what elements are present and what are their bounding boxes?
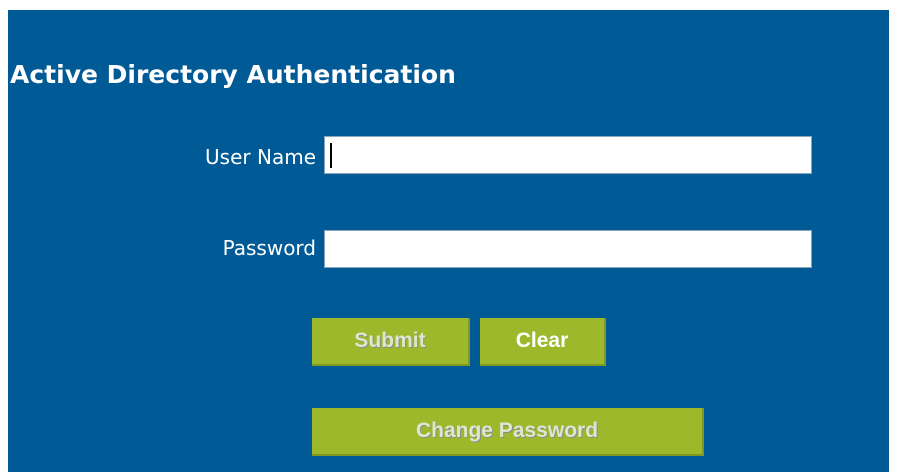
clear-button[interactable]: Clear <box>480 318 606 366</box>
submit-button[interactable]: Submit <box>312 318 470 366</box>
text-cursor <box>330 143 332 168</box>
page-title: Active Directory Authentication <box>10 60 456 89</box>
username-input[interactable] <box>324 136 812 174</box>
change-password-button[interactable]: Change Password <box>312 408 704 456</box>
username-label: User Name <box>205 145 316 169</box>
login-panel: Active Directory Authentication User Nam… <box>8 10 889 472</box>
password-label: Password <box>222 236 316 260</box>
password-input[interactable] <box>324 230 812 268</box>
